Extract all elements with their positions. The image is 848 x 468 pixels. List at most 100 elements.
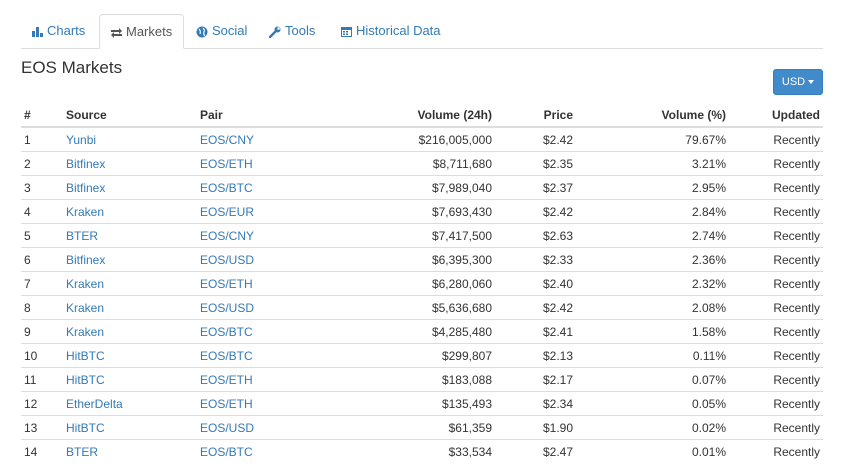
pair-link[interactable]: EOS/ETH xyxy=(200,373,253,387)
updated-cell: Recently xyxy=(729,175,823,200)
rank-cell: 3 xyxy=(21,175,63,200)
price-cell: $2.63 xyxy=(495,223,576,248)
table-row: 6 Bitfinex EOS/USD $6,395,300 $2.33 2.36% Rece… xyxy=(21,247,823,272)
rank-cell: 8 xyxy=(21,295,63,320)
tab-charts[interactable]: Charts xyxy=(32,14,85,48)
source-link[interactable]: Bitfinex xyxy=(66,253,105,267)
source-cell: Bitfinex xyxy=(63,151,197,176)
table-row: 3 Bitfinex EOS/BTC $7,989,040 $2.37 2.95% Rece… xyxy=(21,175,823,200)
table-row: 1 Yunbi EOS/CNY $216,005,000 $2.42 79.67% Rece… xyxy=(21,126,823,152)
pair-link[interactable]: EOS/ETH xyxy=(200,397,253,411)
rank-cell: 1 xyxy=(21,126,63,152)
source-cell: BTER xyxy=(63,439,197,463)
pair-cell: EOS/CNY xyxy=(197,223,299,248)
tab-historical-data[interactable]: Historical Data xyxy=(341,14,441,48)
column-header-price: Price xyxy=(495,103,576,128)
pair-cell: EOS/ETH xyxy=(197,391,299,416)
table-row: 12 EtherDelta EOS/ETH $135,493 $2.34 0.05% Rec… xyxy=(21,391,823,416)
table-row: 9 Kraken EOS/BTC $4,285,480 $2.41 1.58% Recent… xyxy=(21,319,823,344)
rank-cell: 13 xyxy=(21,415,63,440)
price-cell: $2.42 xyxy=(495,126,576,152)
pair-link[interactable]: EOS/CNY xyxy=(200,229,254,243)
updated-cell: Recently xyxy=(729,126,823,152)
table-row: 8 Kraken EOS/USD $5,636,680 $2.42 2.08% Recent… xyxy=(21,295,823,320)
pair-link[interactable]: EOS/ETH xyxy=(200,277,253,291)
source-cell: EtherDelta xyxy=(63,391,197,416)
price-cell: $2.37 xyxy=(495,175,576,200)
pair-cell: EOS/ETH xyxy=(197,271,299,296)
volume-percent-cell: 2.84% xyxy=(576,199,729,224)
exchange-icon xyxy=(111,27,122,38)
volume-percent-cell: 0.01% xyxy=(576,439,729,463)
volume-24h-cell: $6,395,300 xyxy=(299,247,495,272)
volume-percent-cell: 0.07% xyxy=(576,367,729,392)
price-cell: $2.34 xyxy=(495,391,576,416)
markets-table: # Source Pair Volume (24h) Price Volume … xyxy=(21,103,823,463)
pair-link[interactable]: EOS/USD xyxy=(200,421,254,435)
volume-24h-cell: $216,005,000 xyxy=(299,126,495,152)
price-cell: $1.90 xyxy=(495,415,576,440)
price-cell: $2.40 xyxy=(495,271,576,296)
tab-social[interactable]: Social xyxy=(196,14,247,48)
tab-tools[interactable]: Tools xyxy=(269,14,315,48)
updated-cell: Recently xyxy=(729,247,823,272)
table-row: 4 Kraken EOS/EUR $7,693,430 $2.42 2.84% Recent… xyxy=(21,199,823,224)
updated-cell: Recently xyxy=(729,343,823,368)
pair-link[interactable]: EOS/BTC xyxy=(200,325,253,339)
pair-link[interactable]: EOS/BTC xyxy=(200,445,253,459)
pair-cell: EOS/BTC xyxy=(197,439,299,463)
source-link[interactable]: Kraken xyxy=(66,277,104,291)
rank-cell: 2 xyxy=(21,151,63,176)
pair-cell: EOS/USD xyxy=(197,415,299,440)
pair-cell: EOS/USD xyxy=(197,295,299,320)
tab-label: Markets xyxy=(126,24,173,39)
pair-link[interactable]: EOS/ETH xyxy=(200,157,253,171)
source-link[interactable]: Bitfinex xyxy=(66,181,105,195)
updated-cell: Recently xyxy=(729,295,823,320)
pair-cell: EOS/EUR xyxy=(197,199,299,224)
volume-24h-cell: $7,989,040 xyxy=(299,175,495,200)
currency-label: USD xyxy=(781,76,806,88)
source-cell: Kraken xyxy=(63,295,197,320)
pair-link[interactable]: EOS/USD xyxy=(200,301,254,315)
volume-percent-cell: 2.95% xyxy=(576,175,729,200)
source-cell: Bitfinex xyxy=(63,175,197,200)
source-cell: Kraken xyxy=(63,199,197,224)
pair-link[interactable]: EOS/BTC xyxy=(200,181,253,195)
globe-icon xyxy=(196,26,208,38)
price-cell: $2.42 xyxy=(495,199,576,224)
updated-cell: Recently xyxy=(729,319,823,344)
column-header-volume-24h: Volume (24h) xyxy=(299,103,495,128)
pair-cell: EOS/CNY xyxy=(197,126,299,152)
source-link[interactable]: Kraken xyxy=(66,325,104,339)
volume-percent-cell: 2.74% xyxy=(576,223,729,248)
price-cell: $2.17 xyxy=(495,367,576,392)
rank-cell: 6 xyxy=(21,247,63,272)
pair-link[interactable]: EOS/EUR xyxy=(200,205,254,219)
tab-label: Tools xyxy=(285,23,316,38)
volume-percent-cell: 0.05% xyxy=(576,391,729,416)
currency-dropdown-button[interactable]: USD xyxy=(773,69,823,95)
column-header-source: Source xyxy=(63,103,197,128)
source-link[interactable]: Kraken xyxy=(66,205,104,219)
source-link[interactable]: BTER xyxy=(66,445,98,459)
pair-cell: EOS/ETH xyxy=(197,367,299,392)
source-link[interactable]: HitBTC xyxy=(66,349,105,363)
source-cell: HitBTC xyxy=(63,367,197,392)
updated-cell: Recently xyxy=(729,415,823,440)
table-body: 1 Yunbi EOS/CNY $216,005,000 $2.42 79.67% Rece… xyxy=(21,126,823,463)
pair-link[interactable]: EOS/CNY xyxy=(200,133,254,147)
pair-link[interactable]: EOS/BTC xyxy=(200,349,253,363)
source-link[interactable]: Yunbi xyxy=(66,133,96,147)
source-link[interactable]: HitBTC xyxy=(66,373,105,387)
pair-cell: EOS/BTC xyxy=(197,343,299,368)
updated-cell: Recently xyxy=(729,367,823,392)
tab-markets[interactable]: Markets xyxy=(99,14,185,49)
pair-link[interactable]: EOS/USD xyxy=(200,253,254,267)
source-link[interactable]: EtherDelta xyxy=(66,397,123,411)
source-link[interactable]: HitBTC xyxy=(66,421,105,435)
source-link[interactable]: Kraken xyxy=(66,301,104,315)
source-link[interactable]: BTER xyxy=(66,229,98,243)
source-link[interactable]: Bitfinex xyxy=(66,157,105,171)
volume-24h-cell: $183,088 xyxy=(299,367,495,392)
